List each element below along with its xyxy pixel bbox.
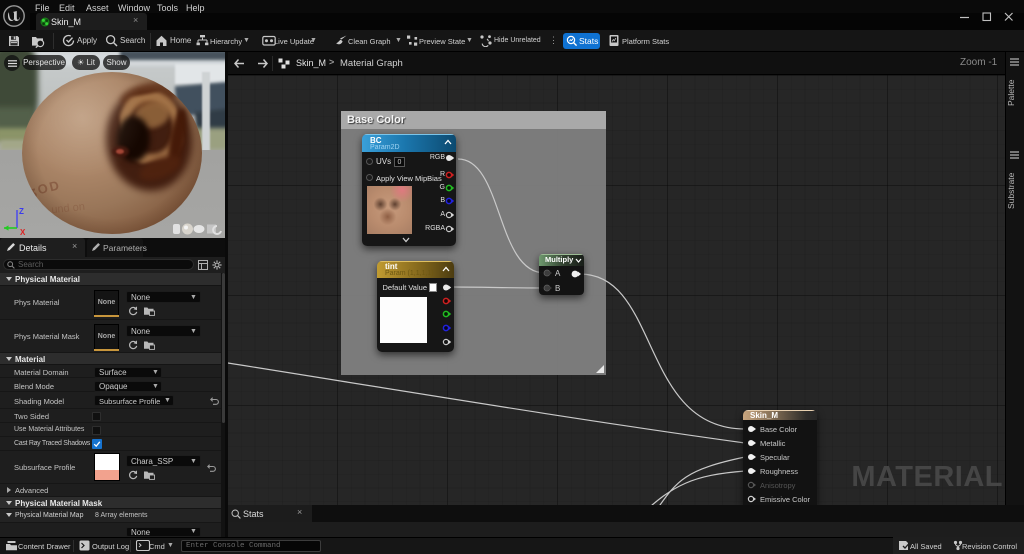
svg-text:X: X	[20, 228, 26, 236]
svg-text:Z: Z	[19, 207, 24, 216]
